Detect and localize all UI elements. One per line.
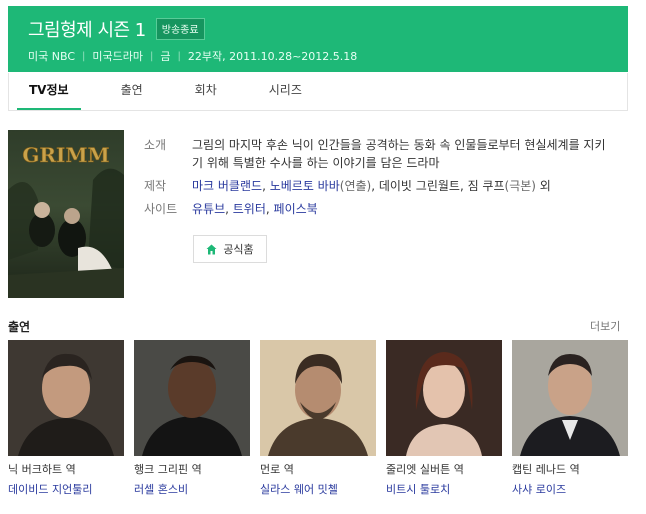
intro-row: 소개 그림의 마지막 후손 닉이 인간들을 공격하는 동화 속 인물들로부터 현…	[144, 136, 612, 172]
tab-series[interactable]: 시리즈	[257, 73, 314, 110]
cast-card[interactable]: 캡틴 레나드 역 사샤 로이즈	[512, 340, 628, 497]
site-link-facebook[interactable]: 페이스북	[274, 202, 318, 216]
tab-cast[interactable]: 출연	[109, 73, 155, 110]
staff-link[interactable]: 마크 버클랜드	[192, 179, 262, 193]
meta-genre: 미국드라마	[92, 50, 143, 63]
meta-channel: 미국 NBC	[28, 50, 75, 63]
staff-link[interactable]: 노베르토 바바	[270, 179, 340, 193]
program-meta: 미국 NBC | 미국드라마 | 금 | 22부작, 2011.10.28~20…	[28, 48, 357, 64]
staff-list: 마크 버클랜드, 노베르토 바바(연출), 데이빗 그린월트, 짐 쿠프(극본)…	[192, 179, 551, 193]
poster-image[interactable]: GRIMM	[8, 130, 124, 298]
cast-actor[interactable]: 실라스 웨어 밋첼	[260, 481, 376, 497]
cast-role: 줄리엣 실버튼 역	[386, 463, 464, 476]
tab-episodes[interactable]: 회차	[183, 73, 229, 110]
poster-logo: GRIMM	[22, 143, 109, 167]
staff-names: , 데이빗 그린월트, 짐 쿠프	[371, 179, 505, 193]
meta-day: 금	[160, 50, 171, 63]
actor-photo[interactable]	[260, 340, 376, 456]
cast-actor[interactable]: 러셀 혼스비	[134, 481, 250, 497]
staff-suffix: 외	[535, 179, 551, 193]
actor-photo[interactable]	[386, 340, 502, 456]
meta-divider: |	[149, 50, 154, 62]
cast-role: 먼로 역	[260, 463, 294, 476]
meta-episodes: 22부작, 2011.10.28~2012.5.18	[187, 50, 358, 63]
cast-role: 행크 그리핀 역	[134, 463, 202, 476]
more-link[interactable]: 더보기	[590, 318, 620, 334]
cast-actor[interactable]: 비트시 툴로치	[386, 481, 502, 497]
cast-card[interactable]: 닉 버크하트 역 데이비드 지언툴리	[8, 340, 124, 497]
staff-role: (극본)	[504, 179, 536, 193]
cast-list: 닉 버크하트 역 데이비드 지언툴리 행크 그리핀 역 러셀 혼스비 먼로 역 …	[8, 340, 638, 497]
cast-heading: 출연	[8, 320, 31, 334]
staff-row: 제작 마크 버클랜드, 노베르토 바바(연출), 데이빗 그린월트, 짐 쿠프(…	[144, 177, 612, 195]
cast-role: 캡틴 레나드 역	[512, 463, 580, 476]
actor-photo[interactable]	[512, 340, 628, 456]
staff-label: 제작	[144, 179, 167, 193]
site-links: 유튜브, 트위터, 페이스북	[192, 202, 318, 216]
site-link-twitter[interactable]: 트위터	[233, 202, 266, 216]
site-link-youtube[interactable]: 유튜브	[192, 202, 225, 216]
site-row: 사이트 유튜브, 트위터, 페이스북	[144, 200, 612, 218]
actor-photo[interactable]	[134, 340, 250, 456]
cast-card[interactable]: 행크 그리핀 역 러셀 혼스비	[134, 340, 250, 497]
cast-role: 닉 버크하트 역	[8, 463, 76, 476]
intro-label: 소개	[144, 138, 167, 152]
cast-card[interactable]: 줄리엣 실버튼 역 비트시 툴로치	[386, 340, 502, 497]
staff-role: (연출)	[339, 179, 372, 193]
status-badge: 방송종료	[155, 18, 205, 40]
site-label: 사이트	[144, 202, 178, 216]
cast-card[interactable]: 먼로 역 실라스 웨어 밋첼	[260, 340, 376, 497]
home-icon	[206, 244, 217, 254]
meta-divider: |	[82, 50, 86, 62]
official-home-button[interactable]: 공식홈	[193, 235, 267, 263]
meta-divider: |	[177, 50, 181, 62]
tab-tv-info[interactable]: TV정보	[17, 73, 81, 110]
cast-actor[interactable]: 사샤 로이즈	[512, 481, 628, 497]
actor-photo[interactable]	[8, 340, 124, 456]
official-home-label: 공식홈	[223, 243, 254, 256]
poster-art: GRIMM	[8, 130, 124, 298]
cast-actor[interactable]: 데이비드 지언툴리	[8, 481, 124, 497]
tab-bar: TV정보 출연 회차 시리즈	[8, 73, 628, 111]
program-info: 소개 그림의 마지막 후손 닉이 인간들을 공격하는 동화 속 인물들로부터 현…	[144, 136, 612, 223]
program-header: 그림형제 시즌 1 방송종료 미국 NBC | 미국드라마 | 금 | 22부작…	[8, 6, 628, 72]
intro-text: 그림의 마지막 후손 닉이 인간들을 공격하는 동화 속 인물들로부터 현실세계…	[192, 138, 606, 170]
program-title[interactable]: 그림형제 시즌 1	[28, 16, 146, 42]
